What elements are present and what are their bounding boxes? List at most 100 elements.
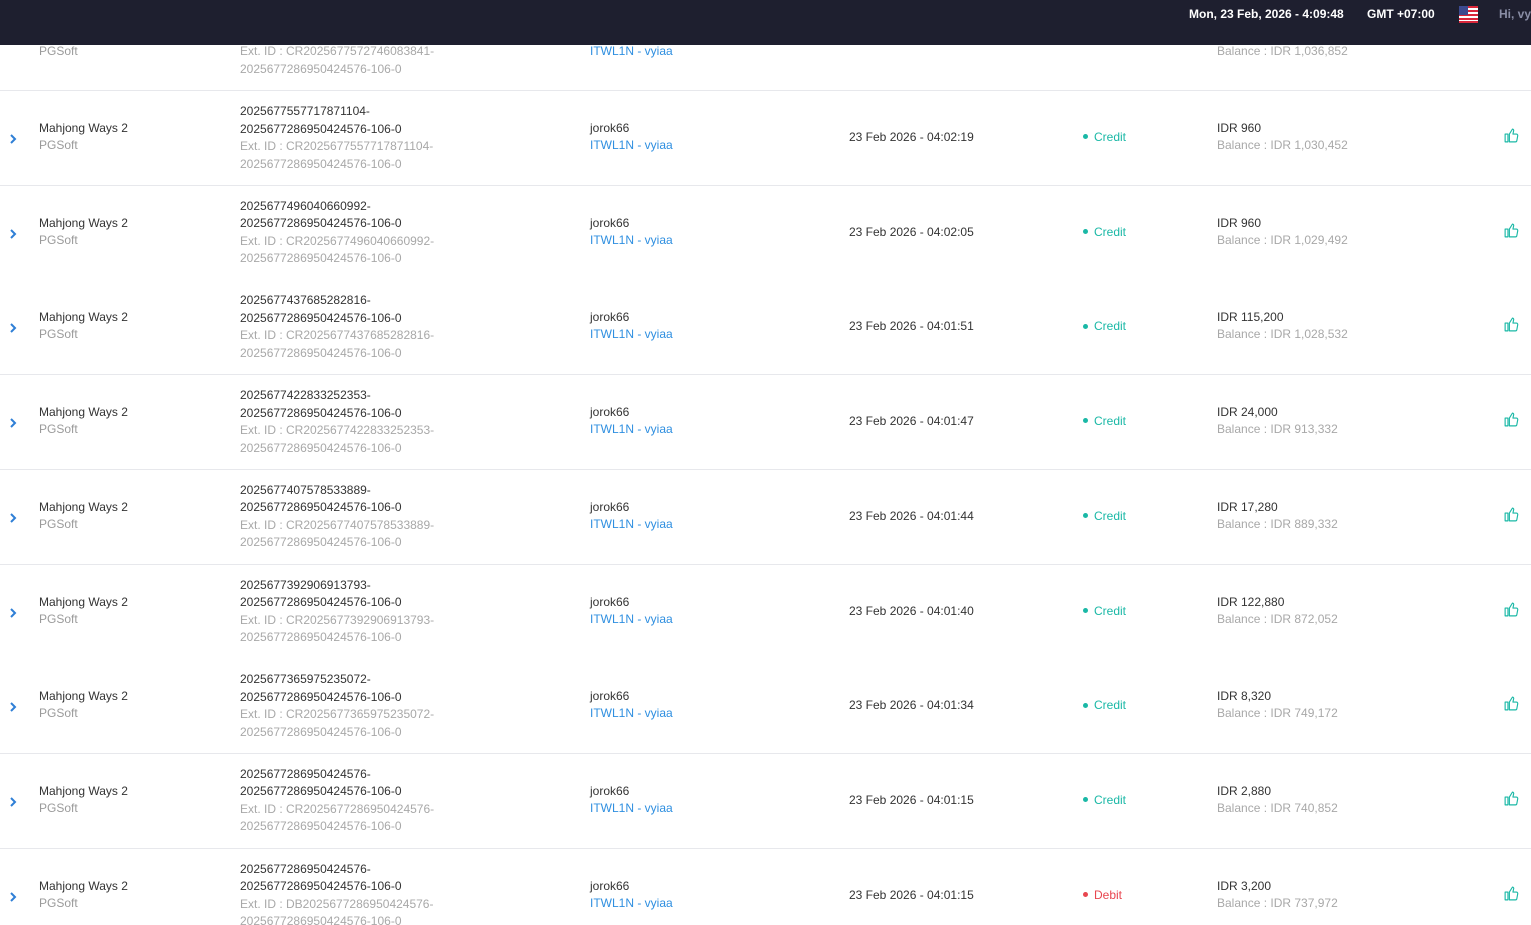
thumbs-up-icon[interactable]: [1503, 411, 1520, 428]
chevron-right-icon[interactable]: [8, 607, 18, 618]
status-badge: Credit: [1083, 509, 1126, 523]
transaction-time: 23 Feb 2026 - 04:01:40: [849, 603, 974, 618]
table-row: Mahjong Ways 2 PGSoft 202567736597523507…: [0, 659, 1531, 755]
chevron-right-icon[interactable]: [8, 323, 18, 334]
transaction-time: 23 Feb 2026 - 04:02:05: [849, 224, 974, 239]
table-row: Mahjong Ways 2 PGSoft 202567742283325235…: [0, 375, 1531, 471]
status-dot: [1083, 513, 1088, 519]
external-id-cont: 2025677286950424576-106-0: [240, 251, 402, 266]
chevron-right-icon[interactable]: [8, 228, 18, 239]
status-badge: Credit: [1083, 414, 1126, 428]
game-name: Mahjong Ways 2: [39, 121, 128, 135]
agent-link[interactable]: ITWL1N - vyiaa: [590, 800, 673, 817]
thumbs-up-icon[interactable]: [1503, 222, 1520, 239]
game-name: Mahjong Ways 2: [39, 405, 128, 420]
balance-value: Balance : IDR 749,172: [1217, 706, 1338, 721]
timezone-label[interactable]: GMT +07:00: [1367, 7, 1435, 21]
transaction-id-cont: 2025677286950424576-106-0: [240, 879, 402, 894]
agent-link[interactable]: ITWL1N - vyiaa: [590, 43, 673, 60]
external-id: Ext. ID : CR2025677557717871104-: [240, 139, 434, 153]
us-flag-icon[interactable]: [1459, 6, 1478, 23]
transaction-time: 23 Feb 2026 - 04:01:15: [849, 887, 974, 902]
agent-link[interactable]: ITWL1N - vyiaa: [590, 895, 673, 912]
game-name: Mahjong Ways 2: [39, 499, 128, 514]
external-id-cont: 2025677286950424576-106-0: [240, 61, 402, 76]
thumbs-up-icon[interactable]: [1503, 506, 1520, 523]
chevron-right-icon[interactable]: [8, 891, 18, 902]
chevron-right-icon[interactable]: [8, 702, 18, 712]
transaction-id: 2025677557717871104-: [240, 104, 370, 118]
agent-link[interactable]: ITWL1N - vyiaa: [590, 137, 673, 154]
transaction-id: 2025677407578533889-: [240, 482, 371, 497]
agent-link[interactable]: ITWL1N - vyiaa: [590, 232, 673, 249]
username: jorok66: [590, 878, 630, 893]
provider-name: PGSoft: [39, 138, 78, 152]
table-row: Mahjong Ways 2 PGSoft 202567743768528281…: [0, 280, 1531, 376]
chevron-right-icon[interactable]: [8, 418, 18, 428]
agent-link[interactable]: ITWL1N - vyiaa: [590, 421, 673, 438]
thumbs-up-icon[interactable]: [1503, 790, 1520, 807]
chevron-right-icon[interactable]: [8, 513, 18, 523]
status-badge: Credit: [1083, 698, 1126, 712]
agent-link[interactable]: ITWL1N - vyiaa: [590, 611, 673, 628]
thumbs-up-icon[interactable]: [1503, 601, 1520, 618]
amount-value: IDR 17,280: [1217, 499, 1278, 514]
username: jorok66: [590, 783, 630, 798]
transaction-id-cont: 2025677286950424576-106-0: [240, 405, 402, 420]
external-id-cont: 2025677286950424576-106-0: [240, 535, 402, 550]
agent-link[interactable]: ITWL1N - vyiaa: [590, 516, 673, 533]
status-dot: [1083, 323, 1088, 329]
username: jorok66: [590, 405, 630, 420]
status-dot: [1083, 797, 1088, 803]
agent-link[interactable]: ITWL1N - vyiaa: [590, 705, 673, 722]
agent-link[interactable]: ITWL1N - vyiaa: [590, 326, 673, 343]
status-label: Credit: [1094, 792, 1127, 807]
status-dot: [1083, 134, 1088, 140]
game-name: Mahjong Ways 2: [39, 878, 128, 893]
game-name: Mahjong Ways 2: [39, 310, 128, 325]
external-id-cont: 2025677286950424576-106-0: [240, 630, 402, 644]
thumbs-up-icon[interactable]: [1503, 885, 1520, 902]
thumbs-up-icon[interactable]: [1503, 316, 1520, 333]
status-label: Credit: [1094, 698, 1127, 713]
status-dot: [1083, 229, 1088, 235]
game-name: Mahjong Ways 2: [39, 215, 128, 230]
table-row: Mahjong Ways 2 PGSoft 202567740757853388…: [0, 469, 1531, 565]
balance-value: Balance : IDR 740,852: [1217, 800, 1338, 815]
transaction-list: PGSoft Ext. ID : CR2025677572746083841- …: [0, 0, 1531, 925]
amount-value: IDR 122,880: [1217, 594, 1285, 609]
thumbs-up-icon[interactable]: [1503, 127, 1520, 144]
chevron-right-icon[interactable]: [8, 134, 18, 144]
external-id: Ext. ID : DB2025677286950424576-: [240, 896, 434, 911]
amount-value: IDR 8,320: [1217, 689, 1272, 704]
transaction-id: 2025677286950424576-: [240, 861, 371, 876]
status-badge: Credit: [1083, 604, 1126, 618]
balance-value: Balance : IDR 1,028,532: [1217, 327, 1348, 342]
transaction-id-cont: 2025677286950424576-106-0: [240, 216, 402, 231]
external-id: Ext. ID : CR2025677496040660992-: [240, 233, 435, 248]
provider-name: PGSoft: [39, 327, 78, 342]
provider-name: PGSoft: [39, 516, 78, 531]
balance-value: Balance : IDR 1,029,492: [1217, 232, 1348, 247]
transaction-id-cont: 2025677286950424576-106-0: [240, 310, 402, 325]
external-id: Ext. ID : CR2025677572746083841-: [240, 44, 435, 58]
transaction-id: 2025677365975235072-: [240, 672, 371, 687]
status-label: Credit: [1094, 603, 1127, 618]
thumbs-up-icon[interactable]: [1503, 695, 1520, 712]
chevron-right-icon[interactable]: [8, 797, 18, 807]
transaction-id-cont: 2025677286950424576-106-0: [240, 784, 402, 799]
transaction-time: 23 Feb 2026 - 04:01:15: [849, 792, 974, 807]
username: jorok66: [590, 689, 630, 704]
external-id-cont: 2025677286950424576-106-0: [240, 724, 402, 739]
transaction-id: 2025677392906913793-: [240, 577, 371, 592]
username: jorok66: [590, 121, 630, 135]
transaction-time: 23 Feb 2026 - 04:01:47: [849, 414, 974, 429]
balance-value: Balance : IDR 872,052: [1217, 611, 1338, 626]
top-header: Mon, 23 Feb, 2026 - 4:09:48 GMT +07:00 H…: [0, 0, 1531, 45]
external-id: Ext. ID : CR2025677437685282816-: [240, 328, 435, 343]
user-greeting[interactable]: Hi, vy: [1499, 7, 1531, 21]
amount-value: IDR 960: [1217, 121, 1262, 135]
transaction-id: 2025677496040660992-: [240, 198, 371, 213]
current-datetime: Mon, 23 Feb, 2026 - 4:09:48: [1189, 7, 1344, 21]
external-id: Ext. ID : CR2025677392906913793-: [240, 612, 435, 627]
